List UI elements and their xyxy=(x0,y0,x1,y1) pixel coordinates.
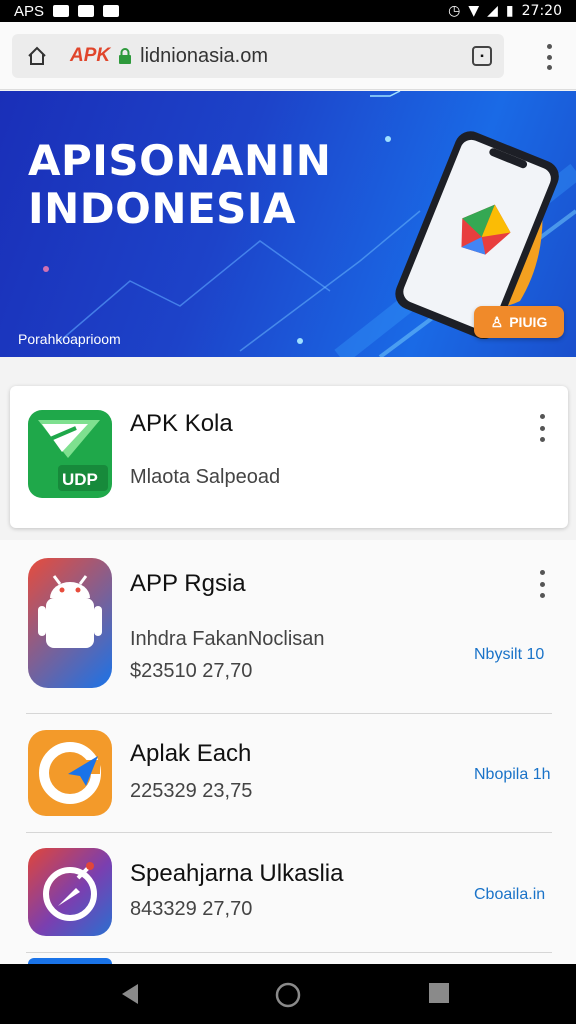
app-title: Aplak Each xyxy=(130,740,252,767)
app-icon xyxy=(28,730,112,816)
app-action-link[interactable]: Cboaila.in xyxy=(474,886,545,904)
app-action-link[interactable]: Nbysilt 10 xyxy=(474,646,544,664)
tab-switcher-icon[interactable]: ▪ xyxy=(472,46,492,66)
status-bar: APS ◷ ▼ ◢ ▮ 27:20 xyxy=(0,0,576,22)
alarm-icon: ◷ xyxy=(448,3,461,19)
divider xyxy=(26,832,552,833)
home-icon[interactable] xyxy=(24,43,50,69)
lock-icon xyxy=(118,48,132,64)
clock: 27:20 xyxy=(521,3,562,19)
hero-title: APISONANIN INDONESIA xyxy=(28,136,332,233)
address-bar[interactable]: APK lidnionasia.om ▪ xyxy=(12,34,504,78)
notification-icon xyxy=(103,5,120,17)
notification-icon xyxy=(53,5,70,17)
more-options-icon[interactable] xyxy=(537,570,547,598)
app-icon xyxy=(28,558,112,688)
url-text: lidnionasia.om xyxy=(140,44,268,67)
app-list: APP Rgsia Inhdra FakanNoclisan $23510 27… xyxy=(0,540,576,964)
app-meta: 225329 23,75 xyxy=(130,780,253,802)
app-meta: 843329 27,70 xyxy=(130,898,253,920)
divider xyxy=(26,952,552,953)
status-carrier-label: APS xyxy=(14,2,45,20)
wifi-icon: ▼ xyxy=(468,3,480,19)
notification-icon xyxy=(78,5,95,17)
app-icon xyxy=(28,848,112,936)
app-title: APP Rgsia xyxy=(130,570,246,597)
back-icon[interactable] xyxy=(118,982,142,1006)
app-icon-label: UDP xyxy=(62,470,98,489)
hero-url-text: Porahkoaprioom xyxy=(18,331,121,347)
divider xyxy=(26,713,552,714)
app-action-link[interactable]: Nbopila 1h xyxy=(474,766,551,784)
system-nav-bar xyxy=(0,964,576,1024)
browser-toolbar: APK lidnionasia.om ▪ xyxy=(0,22,576,90)
hero-button[interactable]: ♙ PIUIG xyxy=(474,306,564,338)
site-brand: APK xyxy=(70,45,111,66)
app-meta: $23510 27,70 xyxy=(130,660,253,682)
app-subtitle: Mlaota Salpeoad xyxy=(130,466,281,488)
app-title: Speahjarna Ulkaslia xyxy=(130,860,344,887)
battery-icon: ▮ xyxy=(505,3,514,19)
recents-icon[interactable] xyxy=(428,982,450,1004)
app-title: APK Kola xyxy=(130,410,233,437)
app-icon: UDP xyxy=(28,410,112,498)
more-options-icon[interactable] xyxy=(537,414,547,442)
app-subtitle: Inhdra FakanNoclisan xyxy=(130,628,325,650)
featured-app-card[interactable]: UDP APK Kola Mlaota Salpeoad xyxy=(10,386,568,528)
browser-menu-icon[interactable] xyxy=(544,44,554,70)
home-button-icon[interactable] xyxy=(275,982,301,1008)
signal-icon: ◢ xyxy=(487,3,498,19)
hero-banner[interactable]: APISONANIN INDONESIA Porahkoaprioom ♙ PI… xyxy=(0,91,576,357)
user-icon: ♙ xyxy=(490,313,504,330)
